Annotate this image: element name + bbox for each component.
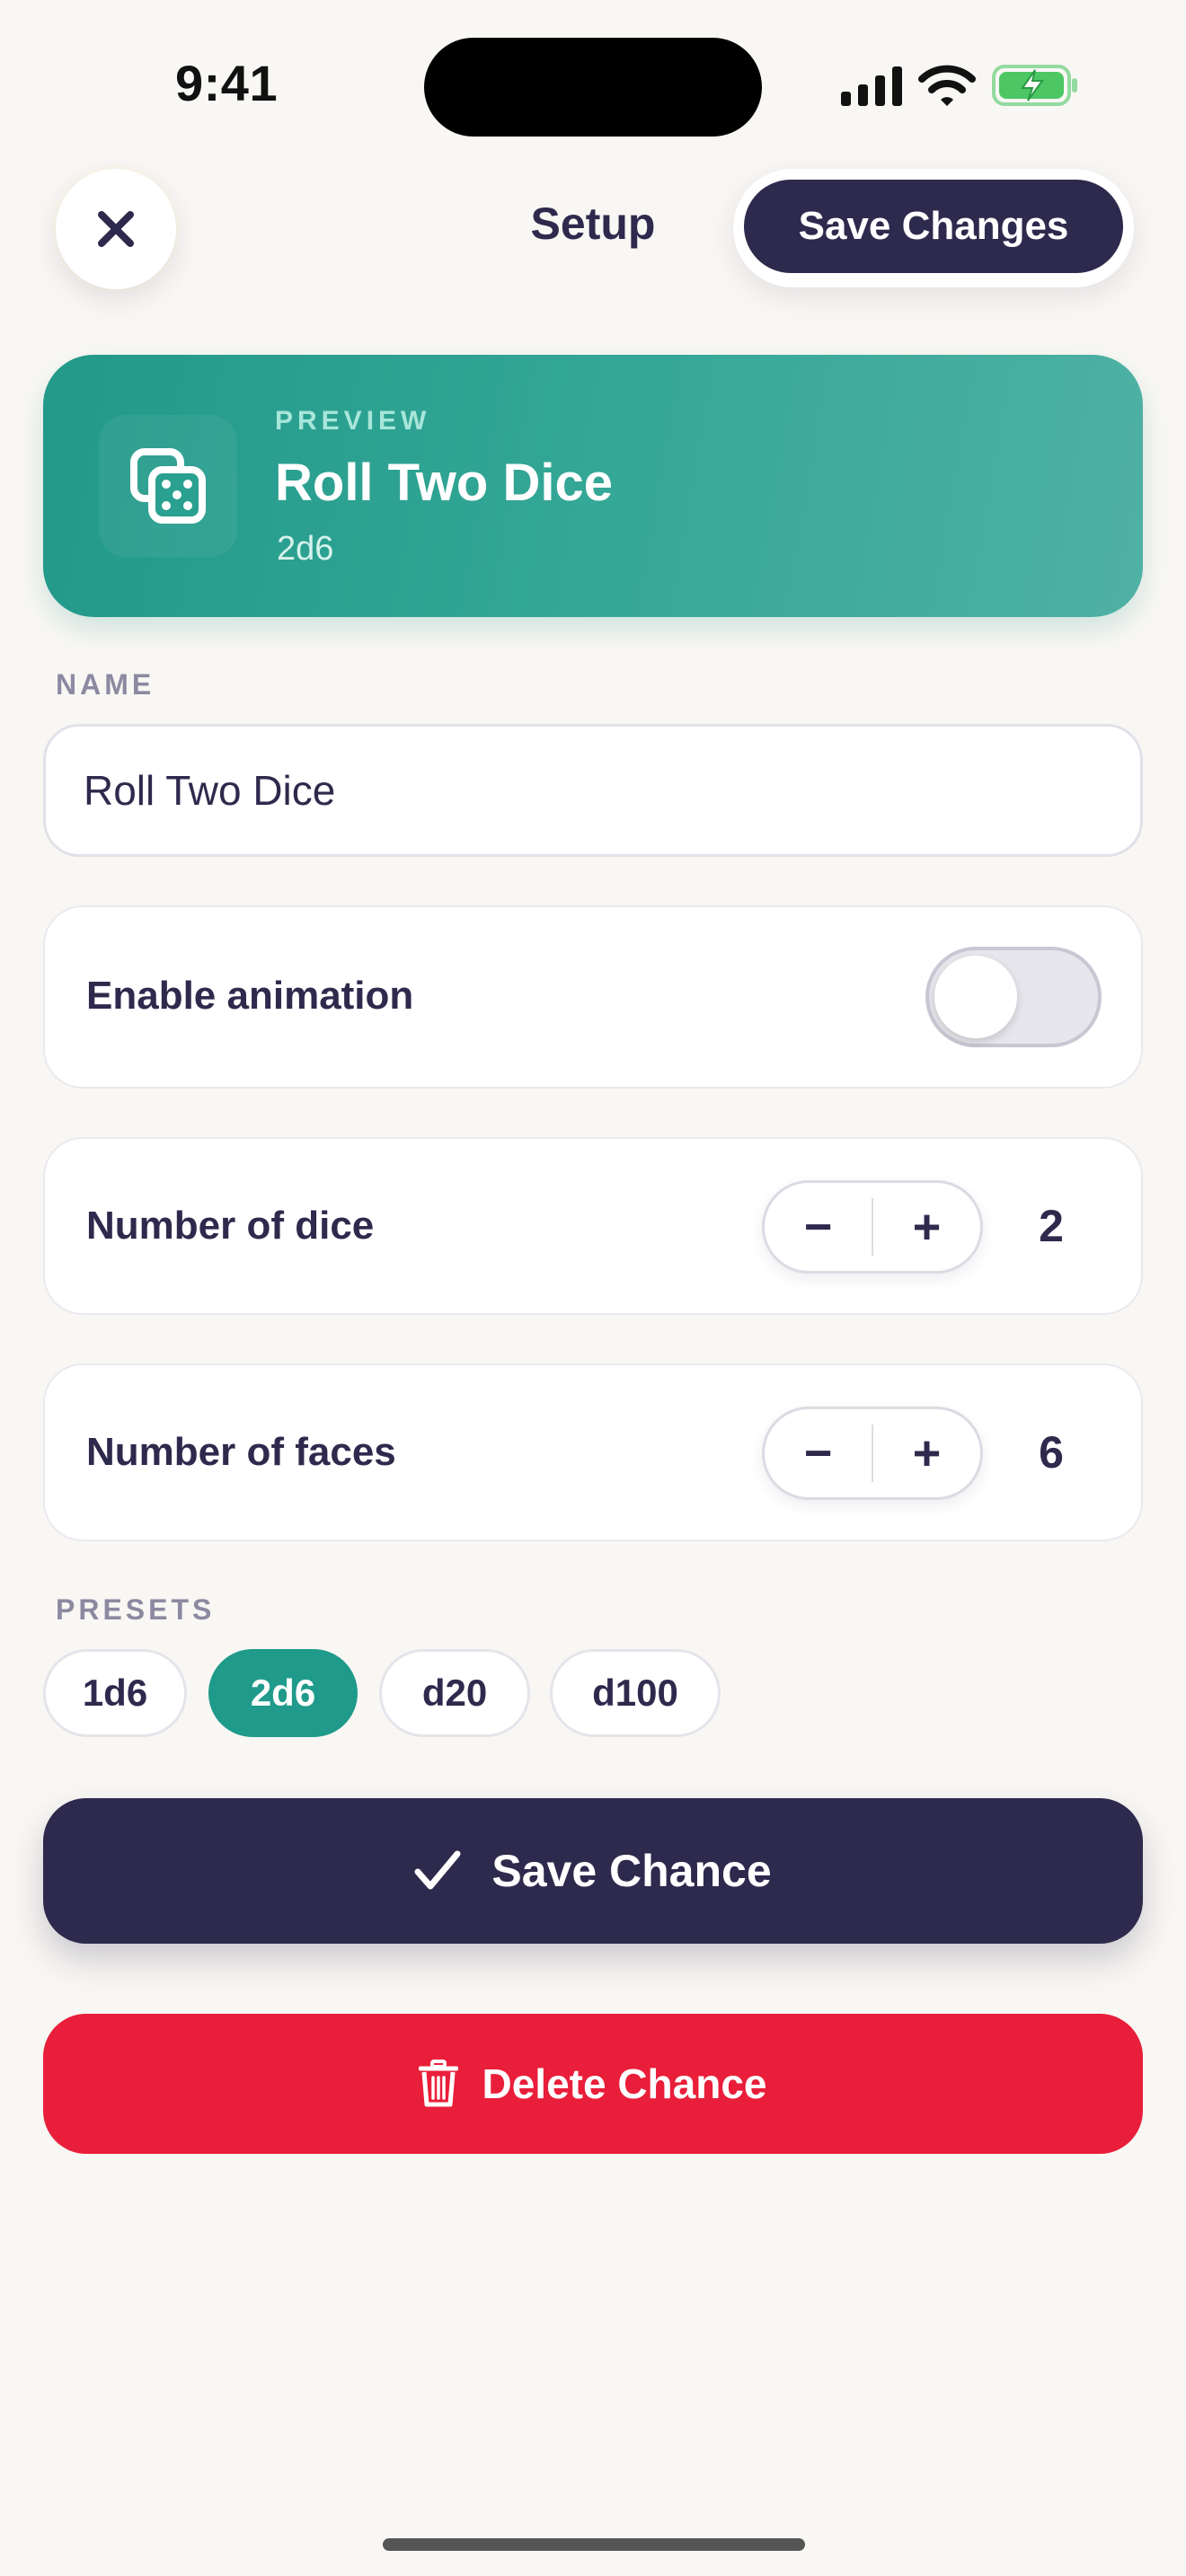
close-button[interactable] — [56, 169, 176, 289]
checkmark-icon — [414, 1850, 461, 1890]
preview-icon-container — [99, 415, 237, 557]
preset-chip-d20[interactable]: d20 — [379, 1649, 530, 1737]
delete-chance-label: Delete Chance — [482, 2060, 767, 2107]
cellular-signal-icon — [841, 66, 902, 106]
faces-count-stepper: − + — [762, 1407, 983, 1500]
save-changes-button[interactable]: Save Changes — [744, 180, 1123, 273]
save-chance-label: Save Chance — [491, 1846, 772, 1896]
preset-chip-2d6[interactable]: 2d6 — [208, 1649, 358, 1737]
dice-count-stepper: − + — [762, 1180, 983, 1274]
battery-charging-icon — [992, 65, 1077, 106]
presets-section-label: PRESETS — [56, 1593, 216, 1626]
wifi-icon — [918, 65, 976, 106]
trash-icon — [419, 2060, 459, 2107]
preview-eyebrow: PREVIEW — [275, 406, 431, 436]
faces-decrement-button[interactable]: − — [765, 1409, 872, 1497]
delete-chance-button[interactable]: Delete Chance — [43, 2014, 1143, 2154]
save-chance-button[interactable]: Save Chance — [43, 1798, 1143, 1944]
dice-count-label: Number of dice — [86, 1204, 375, 1248]
faces-count-value: 6 — [1039, 1427, 1064, 1478]
preview-subtitle: 2d6 — [277, 530, 334, 568]
faces-count-label: Number of faces — [86, 1430, 396, 1474]
preview-title: Roll Two Dice — [275, 454, 613, 512]
dice-count-value: 2 — [1039, 1201, 1064, 1251]
dynamic-island — [424, 38, 762, 137]
faces-increment-button[interactable]: + — [873, 1409, 980, 1497]
preset-chip-1d6[interactable]: 1d6 — [43, 1649, 187, 1737]
name-section-label: NAME — [56, 668, 155, 701]
dice-icon — [130, 448, 206, 524]
toggle-knob — [934, 956, 1017, 1038]
animation-label: Enable animation — [86, 974, 414, 1018]
dice-decrement-button[interactable]: − — [765, 1183, 872, 1271]
status-time: 9:41 — [175, 55, 279, 111]
close-icon — [98, 211, 134, 247]
name-input[interactable] — [43, 724, 1143, 857]
home-indicator[interactable] — [383, 2538, 805, 2551]
dice-increment-button[interactable]: + — [873, 1183, 980, 1271]
preset-chip-d100[interactable]: d100 — [550, 1649, 721, 1737]
